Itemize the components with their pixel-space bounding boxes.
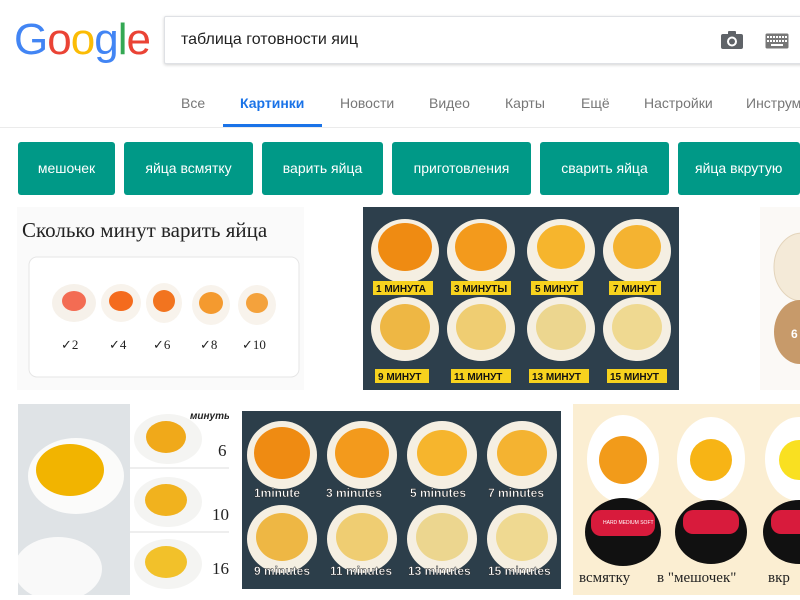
- header: Google таблица готовности яиц Все Картин…: [0, 0, 800, 128]
- image-result[interactable]: 1minute 3 minutes 5 minutes 7 minutes 9 …: [242, 411, 561, 589]
- tab-all[interactable]: Все: [181, 94, 205, 112]
- tab-tools[interactable]: Инструменты: [746, 94, 800, 112]
- time-label: 3 МИНУТЫ: [454, 284, 507, 295]
- time-label: 7 minutes: [488, 486, 544, 500]
- time-label: 13 minutes: [408, 564, 471, 578]
- image-label: всмятку: [579, 570, 631, 586]
- logo-letter: e: [126, 15, 151, 64]
- time-label: 10: [212, 505, 229, 524]
- tab-news[interactable]: Новости: [340, 94, 394, 112]
- search-input[interactable]: таблица готовности яиц: [181, 17, 701, 63]
- halved-eggs-image: минуты: 6 10 16: [18, 404, 229, 595]
- chip-preparation[interactable]: приготовления: [392, 142, 531, 195]
- egg-tray-image: 1 МИНУТА 3 МИНУТЫ 5 МИНУТ 7 МИНУТ 9 МИНУ…: [363, 207, 679, 390]
- time-label: 6: [218, 441, 227, 460]
- image-result[interactable]: HARD MEDIUM SOFT всмятку в "мешочек" вкр: [573, 404, 800, 595]
- chip-cook-eggs[interactable]: сварить яйца: [540, 142, 669, 195]
- time-label: 13 МИНУТ: [532, 372, 581, 383]
- minutes-header: минуты:: [190, 411, 229, 422]
- time-label: 1 МИНУТА: [376, 284, 426, 295]
- logo-letter: G: [14, 15, 48, 64]
- time-label: 7 МИНУТ: [613, 284, 656, 295]
- tab-settings[interactable]: Настройки: [644, 94, 713, 112]
- time-label: 11 minutes: [330, 564, 392, 578]
- active-tab-indicator: [223, 124, 322, 127]
- egg-partial-image: 6: [760, 207, 800, 390]
- chip-boil-eggs[interactable]: варить яйца: [262, 142, 383, 195]
- time-label: ✓6: [153, 337, 171, 352]
- tab-video[interactable]: Видео: [429, 94, 470, 112]
- image-label: вкр: [768, 570, 790, 586]
- egg-chart-image: Сколько минут варить яйца ✓2 ✓4 ✓6 ✓8 ✓1…: [17, 207, 304, 390]
- image-result[interactable]: 1 МИНУТА 3 МИНУТЫ 5 МИНУТ 7 МИНУТ 9 МИНУ…: [363, 207, 679, 390]
- time-label: 3 minutes: [326, 486, 382, 500]
- chip-meshochek[interactable]: мешочек: [18, 142, 115, 195]
- tab-more[interactable]: Ещё: [581, 94, 610, 112]
- image-result[interactable]: 6: [760, 207, 800, 390]
- logo-letter: o: [70, 15, 96, 64]
- logo-letter: l: [117, 15, 128, 64]
- time-label: 5 МИНУТ: [535, 284, 578, 295]
- tab-images[interactable]: Картинки: [240, 94, 304, 112]
- svg-text:HARD MEDIUM SOFT: HARD MEDIUM SOFT: [603, 520, 654, 526]
- search-box: таблица готовности яиц: [164, 16, 800, 64]
- tabs-bar: Все Картинки Новости Видео Карты Ещё Нас…: [0, 84, 800, 128]
- camera-icon[interactable]: [720, 30, 744, 50]
- time-label: 16: [212, 559, 229, 578]
- chip-soft-boiled[interactable]: яйца всмятку: [124, 142, 253, 195]
- time-label: ✓4: [109, 337, 127, 352]
- time-label: ✓8: [200, 337, 217, 352]
- image-result[interactable]: минуты: 6 10 16: [18, 404, 229, 595]
- svg-text:6: 6: [791, 327, 798, 341]
- egg-timer-image: HARD MEDIUM SOFT всмятку в "мешочек" вкр: [573, 404, 800, 595]
- egg-tray-english-image: 1minute 3 minutes 5 minutes 7 minutes 9 …: [242, 411, 561, 589]
- keyboard-icon[interactable]: [765, 33, 789, 49]
- time-label: 15 minutes: [488, 564, 551, 578]
- chip-hard-boiled[interactable]: яйца вкрутую: [678, 142, 800, 195]
- time-label: ✓2: [61, 337, 78, 352]
- image-result[interactable]: Сколько минут варить яйца ✓2 ✓4 ✓6 ✓8 ✓1…: [17, 207, 304, 390]
- logo-letter: o: [47, 15, 72, 64]
- time-label: 1minute: [254, 486, 300, 500]
- tab-maps[interactable]: Карты: [505, 94, 545, 112]
- logo-letter: g: [94, 15, 119, 64]
- google-logo[interactable]: Google: [14, 14, 151, 66]
- time-label: 15 МИНУТ: [610, 372, 659, 383]
- time-label: 11 МИНУТ: [454, 372, 502, 383]
- time-label: 9 МИНУТ: [378, 372, 421, 383]
- time-label: 9 minutes: [254, 564, 310, 578]
- time-label: ✓10: [242, 337, 266, 352]
- time-label: 5 minutes: [410, 486, 466, 500]
- image-label: в "мешочек": [657, 570, 736, 586]
- image-title: Сколько минут варить яйца: [22, 218, 268, 242]
